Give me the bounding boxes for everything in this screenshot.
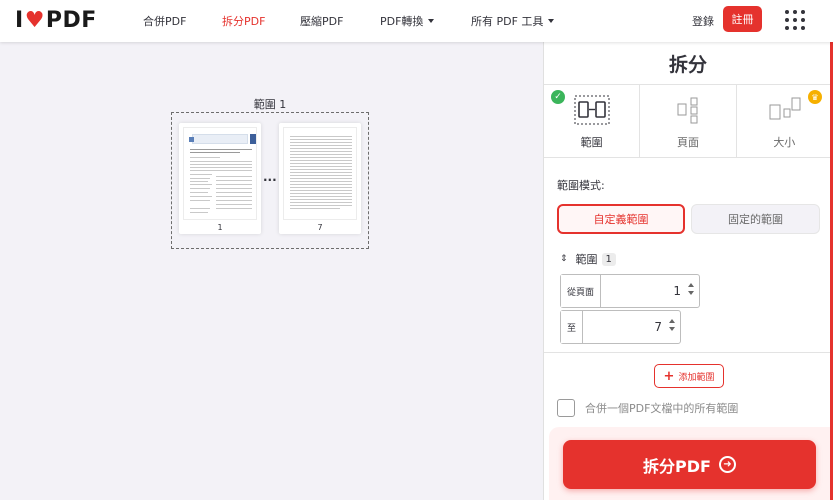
check-icon: ✓	[551, 90, 565, 104]
mode-range-label: 範圍	[580, 136, 603, 149]
range-split-icon	[574, 95, 610, 125]
range-header[interactable]: ⇕ 範圍 1	[560, 251, 616, 267]
to-page-input[interactable]: 7	[583, 311, 680, 343]
range-header-label: 範圍	[575, 253, 598, 266]
page-preview-content	[283, 127, 357, 220]
custom-ranges-button[interactable]: 自定義範圍	[557, 204, 685, 234]
crown-icon: ♛	[807, 90, 822, 104]
page-ellipsis: ...	[263, 170, 277, 184]
split-options-sidebar: 拆分 ✓ 範圍 頁面 ♛ 大小 範圍模式: 自定義範圍 固定的範圍 ⇕ 範圍 1…	[543, 42, 833, 500]
from-page-label: 從頁面	[561, 275, 602, 307]
range-preview-label: 範圍 1	[253, 98, 287, 111]
page-thumbnail-first[interactable]: 1	[179, 123, 261, 234]
plus-icon: +	[663, 368, 675, 384]
heart-icon: ♥	[24, 7, 45, 33]
mode-size-label: 大小	[773, 136, 796, 149]
chevron-down-icon	[428, 19, 435, 23]
nav-all-tools-label: 所有 PDF 工具	[471, 15, 544, 28]
split-pdf-button[interactable]: 拆分PDF ➜	[563, 440, 816, 489]
range-mode-label: 範圍模式:	[557, 179, 605, 192]
page-number: 1	[217, 223, 223, 232]
login-link[interactable]: 登錄	[692, 13, 714, 29]
size-split-icon	[769, 97, 801, 120]
nav-convert-pdf-label: PDF轉換	[380, 15, 424, 28]
page-thumbnail-last[interactable]: 7	[279, 123, 361, 234]
page-preview-content	[183, 127, 257, 220]
mode-pages-label: 頁面	[676, 136, 699, 149]
add-range-button[interactable]: + 添加範圍	[654, 364, 724, 388]
page-number: 7	[317, 223, 323, 232]
split-mode-tabs: ✓ 範圍 頁面 ♛ 大小	[544, 84, 832, 158]
from-page-input[interactable]: 1	[601, 275, 699, 307]
from-page-value: 1	[673, 284, 681, 298]
arrow-right-circle-icon: ➜	[718, 456, 736, 473]
signup-button[interactable]: 註冊	[723, 6, 762, 32]
split-pdf-button-label: 拆分PDF	[643, 456, 711, 476]
logo-text-right: PDF	[45, 7, 97, 33]
nav-split-pdf[interactable]: 拆分PDF	[222, 13, 265, 29]
from-page-field[interactable]: 從頁面 1	[560, 274, 700, 308]
stepper-icon[interactable]	[687, 283, 695, 295]
mode-pages[interactable]: 頁面	[640, 84, 737, 158]
nav-merge-pdf[interactable]: 合併PDF	[143, 13, 186, 29]
divider	[544, 352, 832, 353]
to-page-field[interactable]: 至 7	[560, 310, 681, 344]
sidebar-title: 拆分	[668, 54, 707, 76]
fixed-ranges-button[interactable]: 固定的範圍	[691, 204, 820, 234]
logo-text-left: I	[15, 7, 24, 33]
top-navbar: I ♥ PDF 合併PDF 拆分PDF 壓縮PDF PDF轉換 所有 PDF 工…	[0, 0, 833, 42]
nav-compress-pdf[interactable]: 壓縮PDF	[300, 13, 343, 29]
stepper-icon[interactable]	[668, 319, 676, 331]
merge-ranges-label: 合併一個PDF文檔中的所有範圍	[585, 402, 739, 415]
add-range-label: 添加範圍	[678, 372, 715, 383]
mode-range[interactable]: ✓ 範圍	[544, 84, 641, 158]
to-page-value: 7	[654, 320, 662, 334]
pages-split-icon	[677, 97, 698, 124]
ilovepdf-logo[interactable]: I ♥ PDF	[15, 7, 97, 33]
action-area: 拆分PDF ➜	[549, 427, 832, 500]
nav-convert-pdf[interactable]: PDF轉換	[380, 13, 435, 29]
merge-ranges-option[interactable]: 合併一個PDF文檔中的所有範圍	[557, 399, 738, 417]
apps-grid-icon[interactable]	[785, 10, 805, 30]
range-number-badge: 1	[601, 252, 616, 266]
nav-all-tools[interactable]: 所有 PDF 工具	[471, 13, 555, 29]
collapse-toggle-icon: ⇕	[560, 254, 568, 264]
to-page-label: 至	[561, 311, 584, 343]
merge-ranges-checkbox[interactable]	[557, 399, 575, 417]
chevron-down-icon	[548, 19, 555, 23]
mode-size[interactable]: ♛ 大小	[737, 84, 832, 158]
